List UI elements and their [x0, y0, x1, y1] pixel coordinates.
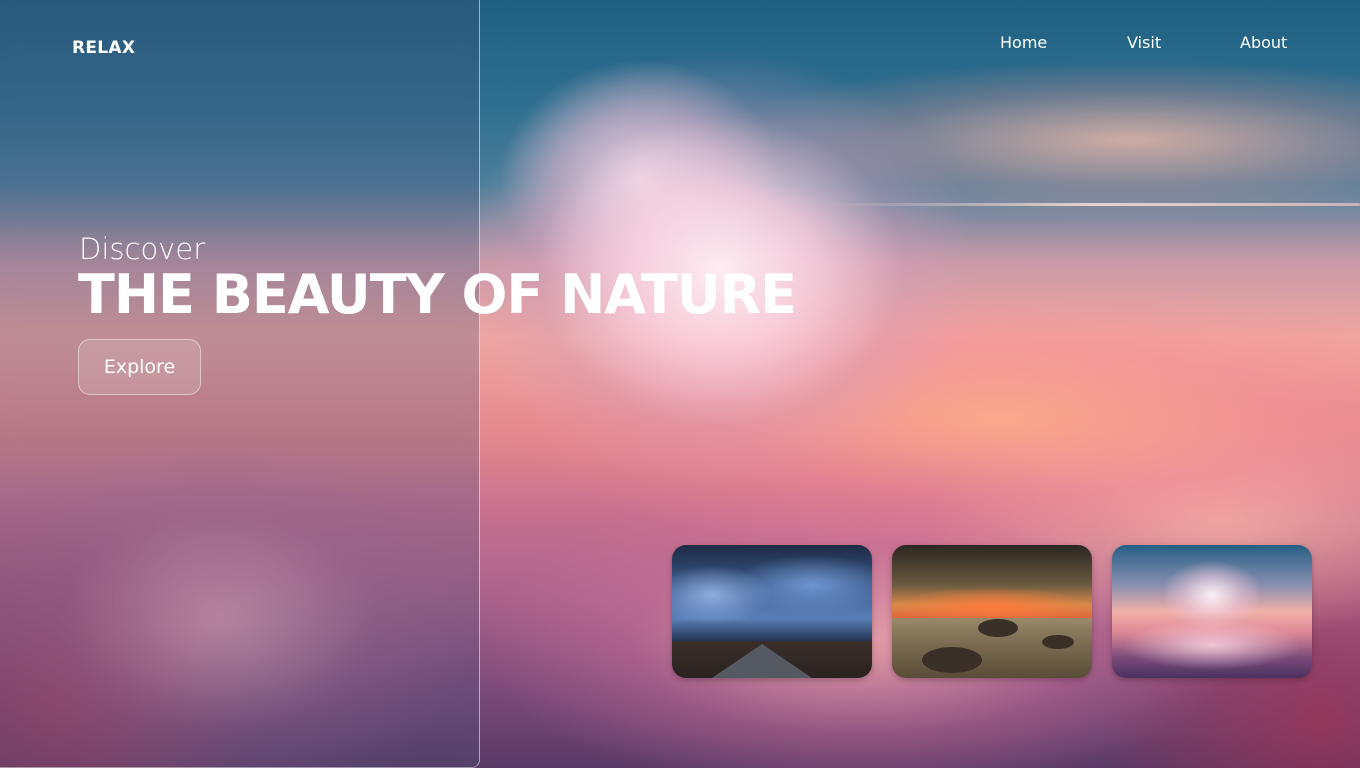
top-nav: Home Visit About — [0, 33, 1360, 53]
rock-shape — [978, 619, 1018, 637]
glass-panel — [0, 0, 480, 768]
nav-visit-link[interactable]: Visit — [1127, 33, 1161, 52]
explore-button[interactable]: Explore — [78, 339, 201, 395]
road-shape — [712, 644, 812, 678]
gallery-card-storm[interactable] — [672, 545, 872, 678]
hero-headline: THE BEAUTY OF NATURE — [78, 263, 797, 326]
nav-home-link[interactable]: Home — [1000, 33, 1047, 52]
rock-shape — [922, 647, 982, 673]
gallery-card-pink-clouds[interactable] — [1112, 545, 1312, 678]
nav-about-link[interactable]: About — [1240, 33, 1287, 52]
gallery-card-sunset-shore[interactable] — [892, 545, 1092, 678]
page-background: RELAX Home Visit About Discover THE BEAU… — [0, 0, 1360, 768]
rock-shape — [1042, 635, 1074, 649]
cloud-streak — [830, 203, 1360, 206]
